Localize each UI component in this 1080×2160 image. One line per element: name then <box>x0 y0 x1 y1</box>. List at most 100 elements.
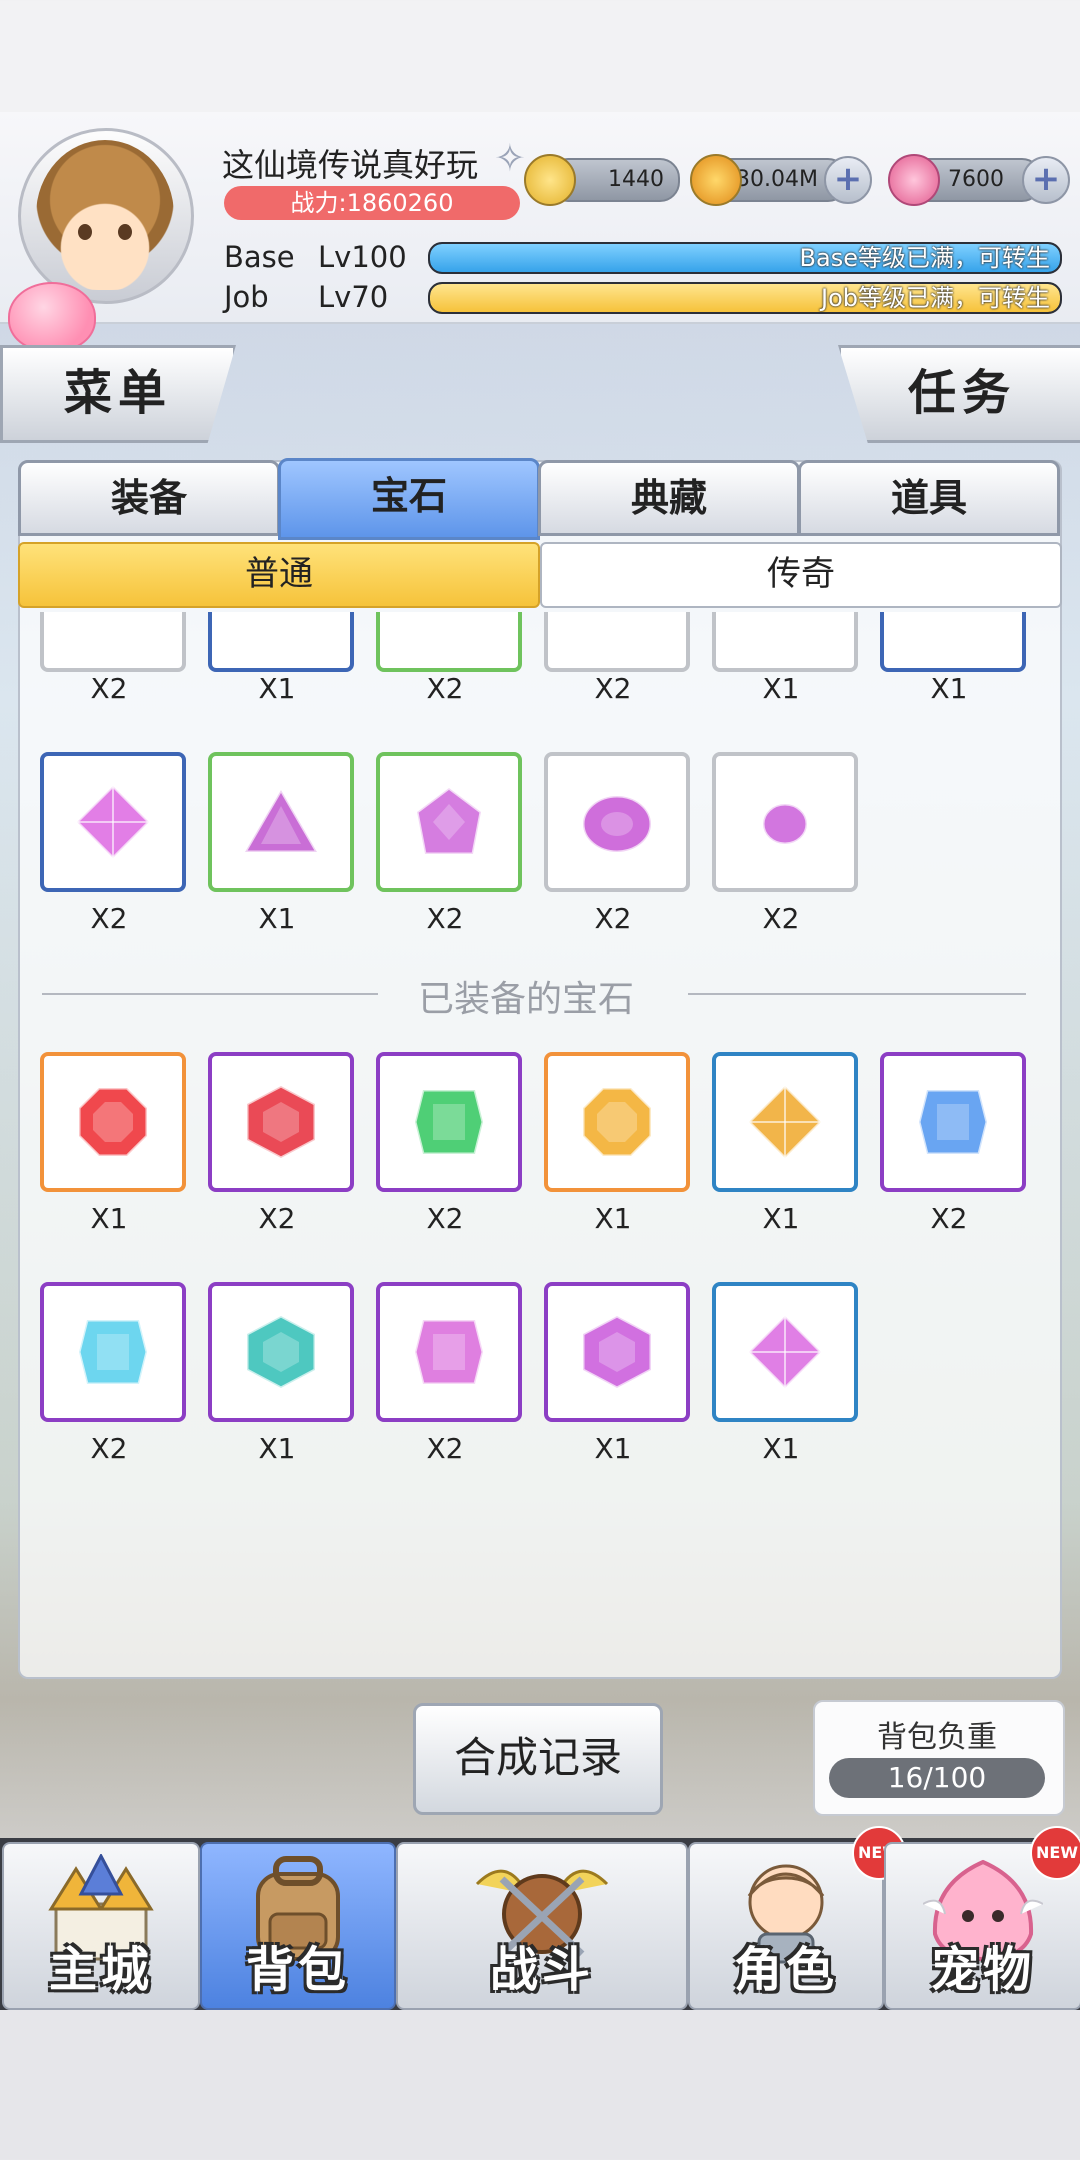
crystal-value: 7600 <box>948 167 1004 192</box>
base-level: Lv100 <box>318 240 407 274</box>
gem-quantity: X2 <box>762 902 800 935</box>
gem-slot[interactable] <box>712 1052 858 1192</box>
nav-battle[interactable]: 战斗 <box>396 1842 688 2010</box>
gem-grid: X2 X1 X2 X2 X1 X1 X2 X1 X2 X2 X2 已装备的宝石 X1 X2 X2 X1 X… <box>18 612 1058 1672</box>
gem-quantity: X2 <box>594 672 632 705</box>
gem-slot[interactable] <box>376 612 522 672</box>
tab-equipment[interactable]: 装备 <box>18 460 280 536</box>
job-exp-bar: Job等级已满，可转生 <box>428 282 1062 314</box>
gem-slot[interactable] <box>376 1282 522 1422</box>
add-crystal-button[interactable]: + <box>1022 156 1070 204</box>
gem-slot[interactable] <box>880 1052 1026 1192</box>
gem-icon <box>761 802 809 846</box>
add-gold-button[interactable]: + <box>824 156 872 204</box>
gem-slot[interactable] <box>712 1282 858 1422</box>
nav-label-battle: 战斗 <box>489 1942 594 1998</box>
tab-collection[interactable]: 典藏 <box>538 460 800 536</box>
gem-slot[interactable] <box>880 612 1026 672</box>
gem-icon <box>245 1314 317 1390</box>
pink-crystal-icon <box>888 154 940 206</box>
gem-quantity: X1 <box>930 672 968 705</box>
poring-icon <box>8 282 96 352</box>
gem-quantity: X1 <box>258 1432 296 1465</box>
base-status: Base等级已满，可转生 <box>799 244 1050 272</box>
nav-label-character: 角色 <box>733 1942 838 1998</box>
gem-icon <box>581 794 653 854</box>
player-name: 这仙境传说真好玩 <box>222 146 479 184</box>
gem-icon <box>74 783 152 861</box>
tab-items[interactable]: 道具 <box>798 460 1060 536</box>
gem-quantity: X1 <box>762 672 800 705</box>
job-level: Lv70 <box>318 280 389 314</box>
job-status: Job等级已满，可转生 <box>821 284 1050 312</box>
gem-quantity: X2 <box>90 1432 128 1465</box>
tab-gems[interactable]: 宝石 <box>278 458 540 540</box>
base-label: Base <box>224 240 295 274</box>
nav-label-backpack: 背包 <box>245 1942 350 1998</box>
divider-right <box>688 993 1026 995</box>
gem-slot[interactable] <box>712 612 858 672</box>
subtab-normal[interactable]: 普通 <box>18 542 540 608</box>
gem-slot[interactable] <box>544 752 690 892</box>
gem-quantity: X1 <box>258 672 296 705</box>
gem-quantity: X2 <box>594 902 632 935</box>
gem-icon <box>245 1084 317 1160</box>
gem-icon <box>917 1088 989 1156</box>
gem-quantity: X2 <box>258 1202 296 1235</box>
zeny-coin-icon <box>524 154 576 206</box>
gem-quantity: X2 <box>930 1202 968 1235</box>
avatar[interactable] <box>36 140 174 290</box>
new-badge-pet: NEW <box>1030 1826 1080 1880</box>
gem-icon <box>413 1318 485 1386</box>
gem-slot[interactable] <box>544 1052 690 1192</box>
gem-icon <box>746 1313 824 1391</box>
gem-slot[interactable] <box>208 1282 354 1422</box>
bag-weight-label: 背包负重 <box>877 1720 997 1755</box>
gem-slot[interactable] <box>376 752 522 892</box>
gem-icon <box>415 786 483 856</box>
gem-slot[interactable] <box>208 612 354 672</box>
gem-icon <box>746 1083 824 1161</box>
gem-slot[interactable] <box>40 1052 186 1192</box>
gem-slot[interactable] <box>40 752 186 892</box>
bag-weight-value: 16/100 <box>829 1758 1045 1798</box>
gem-quantity: X1 <box>594 1432 632 1465</box>
gem-slot[interactable] <box>376 1052 522 1192</box>
menu-button[interactable]: 菜单 <box>0 345 236 443</box>
nav-label-pet: 宠物 <box>930 1942 1035 1998</box>
job-label: Job <box>224 280 269 314</box>
gem-quantity: X1 <box>90 1202 128 1235</box>
gem-quantity: X2 <box>426 1432 464 1465</box>
gem-icon <box>77 1318 149 1386</box>
gold-value: 30.04M <box>736 167 818 192</box>
gold-coin-icon <box>690 154 742 206</box>
nav-main-city[interactable]: 主城 <box>2 1842 200 2010</box>
gem-icon <box>581 1314 653 1390</box>
craft-record-button[interactable]: 合成记录 <box>413 1703 663 1815</box>
gem-icon <box>581 1086 653 1158</box>
gem-slot[interactable] <box>544 612 690 672</box>
subtab-legendary[interactable]: 传奇 <box>540 542 1062 608</box>
quest-button[interactable]: 任务 <box>838 345 1080 443</box>
zeny-value: 1440 <box>608 167 664 192</box>
nav-label-main-city: 主城 <box>48 1942 153 1998</box>
gem-slot[interactable] <box>712 752 858 892</box>
equipped-gems-title: 已装备的宝石 <box>418 979 635 1020</box>
gem-quantity: X1 <box>594 1202 632 1235</box>
nav-backpack[interactable]: 背包 <box>200 1842 396 2010</box>
gem-quantity: X2 <box>90 672 128 705</box>
gem-slot[interactable] <box>208 752 354 892</box>
gem-quantity: X2 <box>90 902 128 935</box>
gem-quantity: X1 <box>258 902 296 935</box>
gem-slot[interactable] <box>208 1052 354 1192</box>
gem-icon <box>413 1088 485 1156</box>
gem-slot[interactable] <box>40 612 186 672</box>
gem-slot[interactable] <box>544 1282 690 1422</box>
gem-quantity: X2 <box>426 1202 464 1235</box>
gem-quantity: X1 <box>762 1432 800 1465</box>
gem-quantity: X2 <box>426 902 464 935</box>
gem-icon <box>242 787 320 854</box>
gem-slot[interactable] <box>40 1282 186 1422</box>
nav-character[interactable]: 角色 <box>688 1842 884 2010</box>
gem-icon <box>77 1086 149 1158</box>
